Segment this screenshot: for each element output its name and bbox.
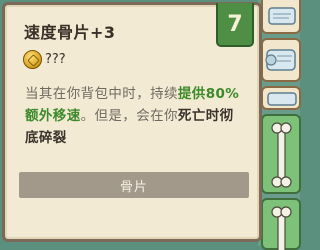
inventory-slot-scroll[interactable] xyxy=(261,86,301,110)
description-text: 。但是，会在你 xyxy=(80,108,178,124)
description-text: 当其在你背包中时，持续 xyxy=(25,86,178,102)
inventory-slot-bone[interactable] xyxy=(261,114,301,194)
coin-icon xyxy=(23,49,42,69)
inventory-slot-scroll[interactable] xyxy=(261,0,301,34)
item-category-tag: 骨片 xyxy=(19,172,249,198)
bone-icon xyxy=(271,206,292,250)
scroll-icon xyxy=(268,7,296,25)
item-cost: ??? xyxy=(23,48,66,70)
inventory-slot-scroll[interactable] xyxy=(261,38,301,82)
bone-icon xyxy=(271,122,292,188)
inventory-sidebar xyxy=(258,0,301,250)
scroll-icon xyxy=(267,92,297,106)
item-tier-badge: 7 xyxy=(216,3,254,47)
scroll-icon xyxy=(265,49,296,71)
item-description: 当其在你背包中时，持续提供80%额外移速。但是，会在你死亡时彻底碎裂 xyxy=(25,83,247,149)
item-title: 速度骨片+3 xyxy=(24,23,116,42)
item-cost-value: ??? xyxy=(45,51,66,67)
inventory-slot-bone[interactable] xyxy=(261,198,301,250)
